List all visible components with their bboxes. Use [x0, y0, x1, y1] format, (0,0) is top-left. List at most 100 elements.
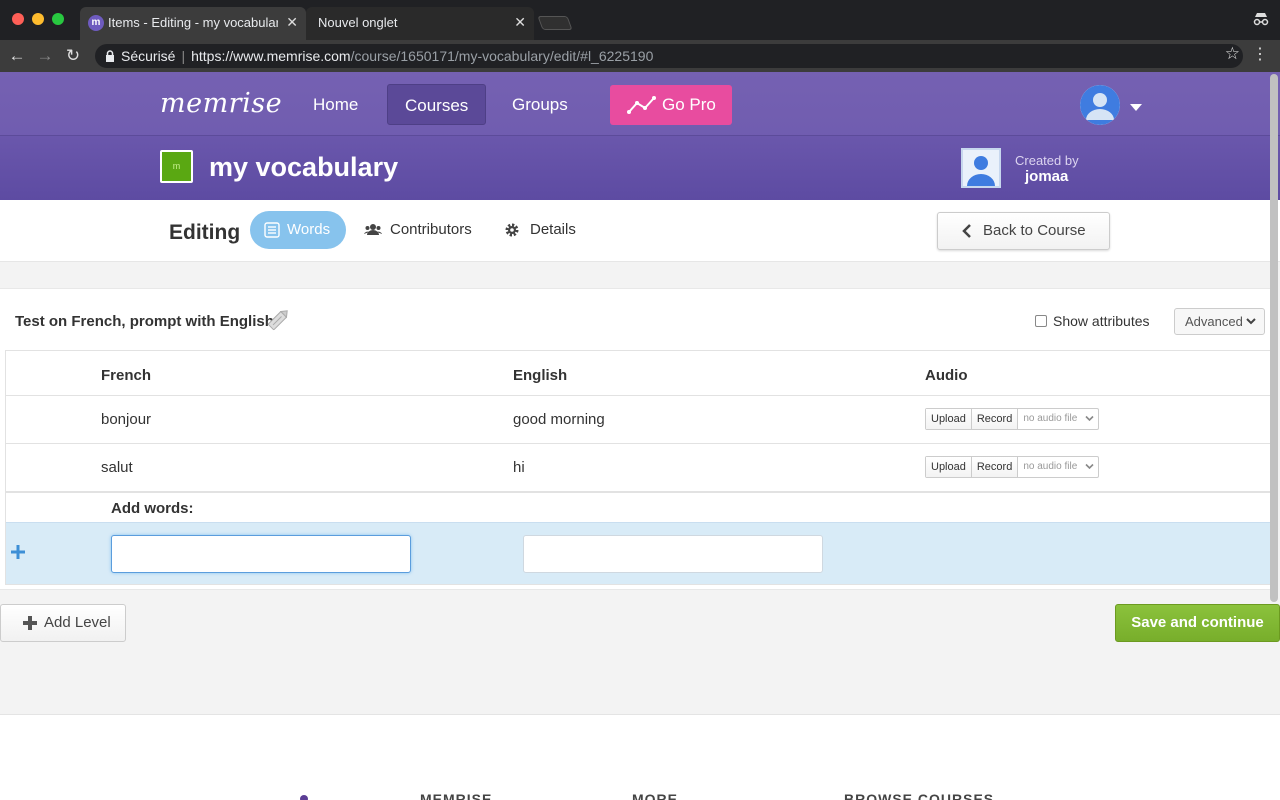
upload-audio-button[interactable]: Upload — [926, 457, 972, 477]
window-close-button[interactable] — [12, 13, 24, 25]
site-footer: MEMRISE MORE BROWSE COURSES — [0, 714, 1280, 800]
browser-toolbar: ← → ↻ Sécurisé | https://www.memrise.com/c… — [0, 40, 1280, 72]
chevron-down-icon — [1246, 318, 1256, 325]
tab-words-label: Words — [287, 221, 331, 238]
browser-tab-active[interactable]: m Items - Editing - my vocabulary ✕ — [80, 7, 306, 40]
chevron-down-icon — [1085, 415, 1094, 422]
audio-file-value: no audio file — [1023, 461, 1078, 472]
user-silhouette-icon — [1080, 85, 1120, 125]
trend-line-icon — [627, 96, 656, 114]
memrise-logo[interactable]: memrise — [160, 88, 282, 119]
cell-french[interactable]: salut — [101, 459, 133, 476]
nav-home[interactable]: Home — [296, 84, 375, 125]
lock-icon — [106, 50, 114, 62]
footer-heading-more: MORE — [632, 791, 678, 800]
tab-details[interactable]: Details — [490, 211, 591, 249]
chevron-down-icon — [1085, 463, 1094, 470]
gear-icon — [505, 223, 519, 237]
new-english-input[interactable] — [523, 535, 823, 573]
bookmark-star-icon[interactable]: ☆ — [1225, 44, 1240, 64]
audio-controls: Upload Record no audio file — [925, 456, 1100, 478]
new-tab-button[interactable] — [537, 16, 573, 30]
cell-french[interactable]: bonjour — [101, 411, 151, 428]
footer-heading-memrise: MEMRISE — [420, 791, 493, 800]
browser-menu-icon[interactable]: ⋮ — [1252, 44, 1268, 64]
url-path: /course/1650171/my-vocabulary/edit/#l_62… — [350, 48, 654, 64]
add-level-label: Add Level — [44, 614, 111, 631]
column-header-french: French — [101, 367, 152, 384]
nav-groups[interactable]: Groups — [495, 84, 585, 125]
footer-logo[interactable] — [300, 795, 308, 800]
save-and-continue-button[interactable]: Save and continue — [1115, 604, 1280, 642]
forward-arrow-icon[interactable]: → — [35, 46, 55, 66]
show-attributes-label: Show attributes — [1053, 313, 1150, 329]
created-by-label: Created by — [1015, 153, 1079, 168]
browser-tab-inactive[interactable]: Nouvel onglet ✕ — [306, 7, 534, 40]
advanced-dropdown[interactable]: Advanced — [1174, 308, 1265, 335]
go-pro-button[interactable]: Go Pro — [610, 85, 732, 125]
tab-title: Items - Editing - my vocabulary — [108, 15, 278, 30]
editing-bar: Editing Words Contributors Details Back … — [0, 200, 1280, 262]
address-bar[interactable]: Sécurisé | https://www.memrise.com/course/… — [95, 44, 1243, 68]
memrise-favicon-icon: m — [88, 15, 104, 31]
add-words-header: Add words: — [6, 491, 1273, 522]
editing-label: Editing — [169, 221, 241, 244]
add-level-button[interactable]: Add Level — [0, 604, 126, 642]
page-scrollbar[interactable] — [1270, 74, 1278, 602]
audio-file-select[interactable]: no audio file — [1018, 457, 1098, 477]
show-attributes-toggle[interactable]: Show attributes — [1035, 313, 1150, 329]
audio-file-value: no audio file — [1023, 413, 1078, 424]
incognito-icon — [1253, 13, 1269, 26]
table-row: salut hi Upload Record no audio file — [6, 443, 1273, 491]
column-header-audio: Audio — [925, 367, 968, 384]
tab-close-icon[interactable]: ✕ — [514, 7, 526, 38]
table-row: bonjour good morning Upload Record no au… — [6, 395, 1273, 443]
course-title[interactable]: my vocabulary — [209, 152, 398, 183]
tab-contributors-label: Contributors — [390, 221, 472, 238]
new-french-input[interactable] — [111, 535, 411, 573]
back-to-course-label: Back to Course — [983, 222, 1086, 239]
plus-icon[interactable] — [11, 545, 25, 559]
tab-title: Nouvel onglet — [318, 15, 398, 30]
nav-courses[interactable]: Courses — [387, 84, 487, 125]
show-attributes-checkbox[interactable] — [1035, 315, 1047, 327]
window-zoom-button[interactable] — [52, 13, 64, 25]
user-avatar[interactable] — [1080, 85, 1120, 125]
advanced-label: Advanced — [1185, 314, 1243, 329]
column-header-english: English — [513, 367, 568, 384]
tab-contributors[interactable]: Contributors — [350, 211, 487, 249]
tab-close-icon[interactable]: ✕ — [286, 7, 298, 38]
creator-silhouette-icon — [963, 150, 999, 186]
go-pro-label: Go Pro — [662, 95, 716, 114]
tab-details-label: Details — [530, 221, 576, 238]
record-audio-button[interactable]: Record — [971, 457, 1019, 477]
creator-name[interactable]: jomaa — [1025, 168, 1068, 185]
user-menu-caret-icon[interactable] — [1130, 104, 1142, 111]
back-to-course-button[interactable]: Back to Course — [937, 212, 1110, 250]
test-direction-label: Test on French, prompt with English. — [15, 313, 279, 330]
course-icon: m — [160, 150, 193, 183]
tab-words[interactable]: Words — [250, 211, 346, 249]
site-header: memrise Home Courses Groups Go Pro m my … — [0, 72, 1280, 200]
back-arrow-icon[interactable]: ← — [7, 46, 27, 66]
window-minimize-button[interactable] — [32, 13, 44, 25]
cell-english[interactable]: good morning — [513, 411, 605, 428]
address-separator: | — [181, 48, 186, 64]
creator-avatar[interactable] — [961, 148, 1001, 188]
plus-icon — [23, 616, 37, 630]
secure-label: Sécurisé — [121, 48, 176, 64]
words-table: French English Audio bonjour good mornin… — [5, 350, 1273, 585]
pencil-icon[interactable] — [263, 305, 293, 335]
audio-file-select[interactable]: no audio file — [1018, 409, 1098, 429]
upload-audio-button[interactable]: Upload — [926, 409, 972, 429]
level-panel: Test on French, prompt with English. Sho… — [0, 288, 1273, 590]
new-word-row — [6, 522, 1273, 584]
top-navigation: memrise Home Courses Groups Go Pro — [0, 72, 1280, 136]
cell-english[interactable]: hi — [513, 459, 525, 476]
list-icon — [264, 222, 280, 238]
url-host: https://www.memrise.com — [191, 48, 351, 64]
reload-icon[interactable]: ↻ — [63, 46, 83, 66]
record-audio-button[interactable]: Record — [971, 409, 1019, 429]
course-header: m my vocabulary Created by jomaa — [0, 136, 1280, 200]
add-words-label: Add words: — [111, 500, 194, 517]
